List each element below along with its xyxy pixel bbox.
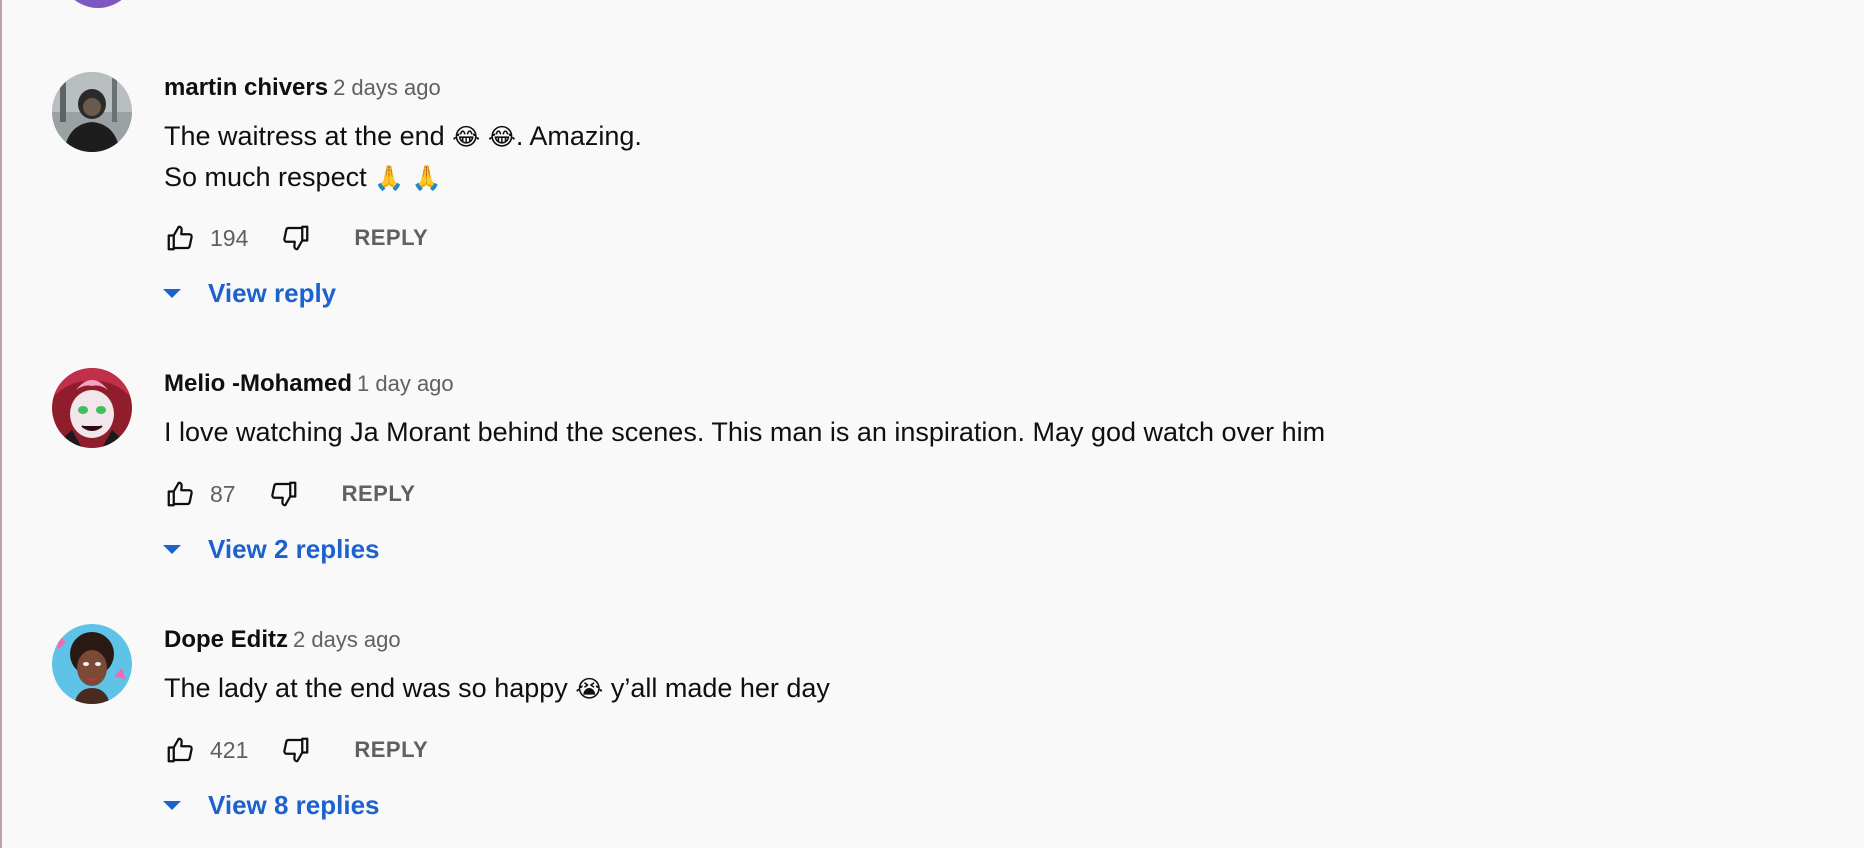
emoji: 🙏 🙏 <box>374 164 442 192</box>
text-segment: The lady at the end was so happy <box>164 673 576 703</box>
dislike-button[interactable] <box>280 222 312 254</box>
thumbs-down-icon <box>283 225 309 251</box>
view-replies-label: View 2 replies <box>208 534 380 564</box>
comment-actions: 194 REPLY <box>164 218 428 258</box>
text-segment: y’all made her day <box>603 673 830 703</box>
thumbs-up-icon <box>167 737 193 763</box>
like-count: 87 <box>210 480 236 507</box>
view-replies-button[interactable]: View 8 replies <box>160 790 380 821</box>
comment-text-line: The lady at the end was so happy 😭 y’all… <box>164 668 830 709</box>
comment-header: martin chivers 2 days ago <box>164 74 441 102</box>
text-segment: . Amazing. <box>515 121 642 151</box>
comment-timestamp[interactable]: 2 days ago <box>333 75 441 100</box>
comment-text: I love watching Ja Morant behind the sce… <box>164 412 1325 452</box>
caret-down-icon <box>160 282 184 306</box>
comment-text: The waitress at the end 😂 😂. Amazing. So… <box>164 116 642 198</box>
text-segment: The waitress at the end <box>164 121 453 151</box>
emoji: 😭 <box>575 675 604 703</box>
like-button[interactable] <box>164 734 196 766</box>
caret-down-icon <box>160 794 184 818</box>
comment-timestamp[interactable]: 1 day ago <box>357 371 454 396</box>
thumbs-down-icon <box>283 737 309 763</box>
comment-header: Dope Editz 2 days ago <box>164 626 401 654</box>
reply-button[interactable]: REPLY <box>342 481 416 507</box>
previous-comment-avatar[interactable] <box>58 0 138 8</box>
author-name[interactable]: Dope Editz <box>164 626 288 653</box>
view-replies-label: View 8 replies <box>208 790 380 820</box>
thumbs-up-icon <box>167 481 193 507</box>
comment-header: Melio -Mohamed 1 day ago <box>164 370 454 398</box>
view-replies-button[interactable]: View 2 replies <box>160 534 380 565</box>
text-segment: So much respect <box>164 162 375 192</box>
comment-text: The lady at the end was so happy 😭 y’all… <box>164 668 830 709</box>
comment-timestamp[interactable]: 2 days ago <box>293 627 401 652</box>
cartoon-woman-avatar-icon <box>52 624 132 704</box>
man-in-dark-hoodie-avatar-icon <box>52 72 132 152</box>
like-count: 194 <box>210 224 249 251</box>
avatar[interactable] <box>52 72 132 152</box>
view-replies-label: View reply <box>208 278 337 308</box>
comment-actions: 87 REPLY <box>164 474 415 514</box>
avatar[interactable] <box>52 368 132 448</box>
thumbs-down-icon <box>270 481 296 507</box>
dislike-button[interactable] <box>268 478 300 510</box>
like-button[interactable] <box>164 222 196 254</box>
reply-button[interactable]: REPLY <box>354 737 428 763</box>
like-button[interactable] <box>164 478 196 510</box>
thumbs-up-icon <box>167 225 193 251</box>
anime-character-avatar-icon <box>52 368 132 448</box>
dislike-button[interactable] <box>280 734 312 766</box>
like-count: 421 <box>210 736 249 763</box>
text-segment: I love watching Ja Morant behind the sce… <box>164 417 1326 447</box>
emoji: 😂 😂 <box>452 123 516 151</box>
reply-button[interactable]: REPLY <box>354 225 428 251</box>
avatar[interactable] <box>52 624 132 704</box>
author-name[interactable]: martin chivers <box>164 74 328 101</box>
left-edge-divider <box>0 0 2 848</box>
comment-text-line: The waitress at the end 😂 😂. Amazing. <box>164 116 642 157</box>
comment-text-line: I love watching Ja Morant behind the sce… <box>164 412 1325 452</box>
caret-down-icon <box>160 538 184 562</box>
comment-actions: 421 REPLY <box>164 730 428 770</box>
comment-text-line: So much respect 🙏 🙏 <box>164 157 642 198</box>
view-replies-button[interactable]: View reply <box>160 278 336 309</box>
author-name[interactable]: Melio -Mohamed <box>164 370 352 397</box>
